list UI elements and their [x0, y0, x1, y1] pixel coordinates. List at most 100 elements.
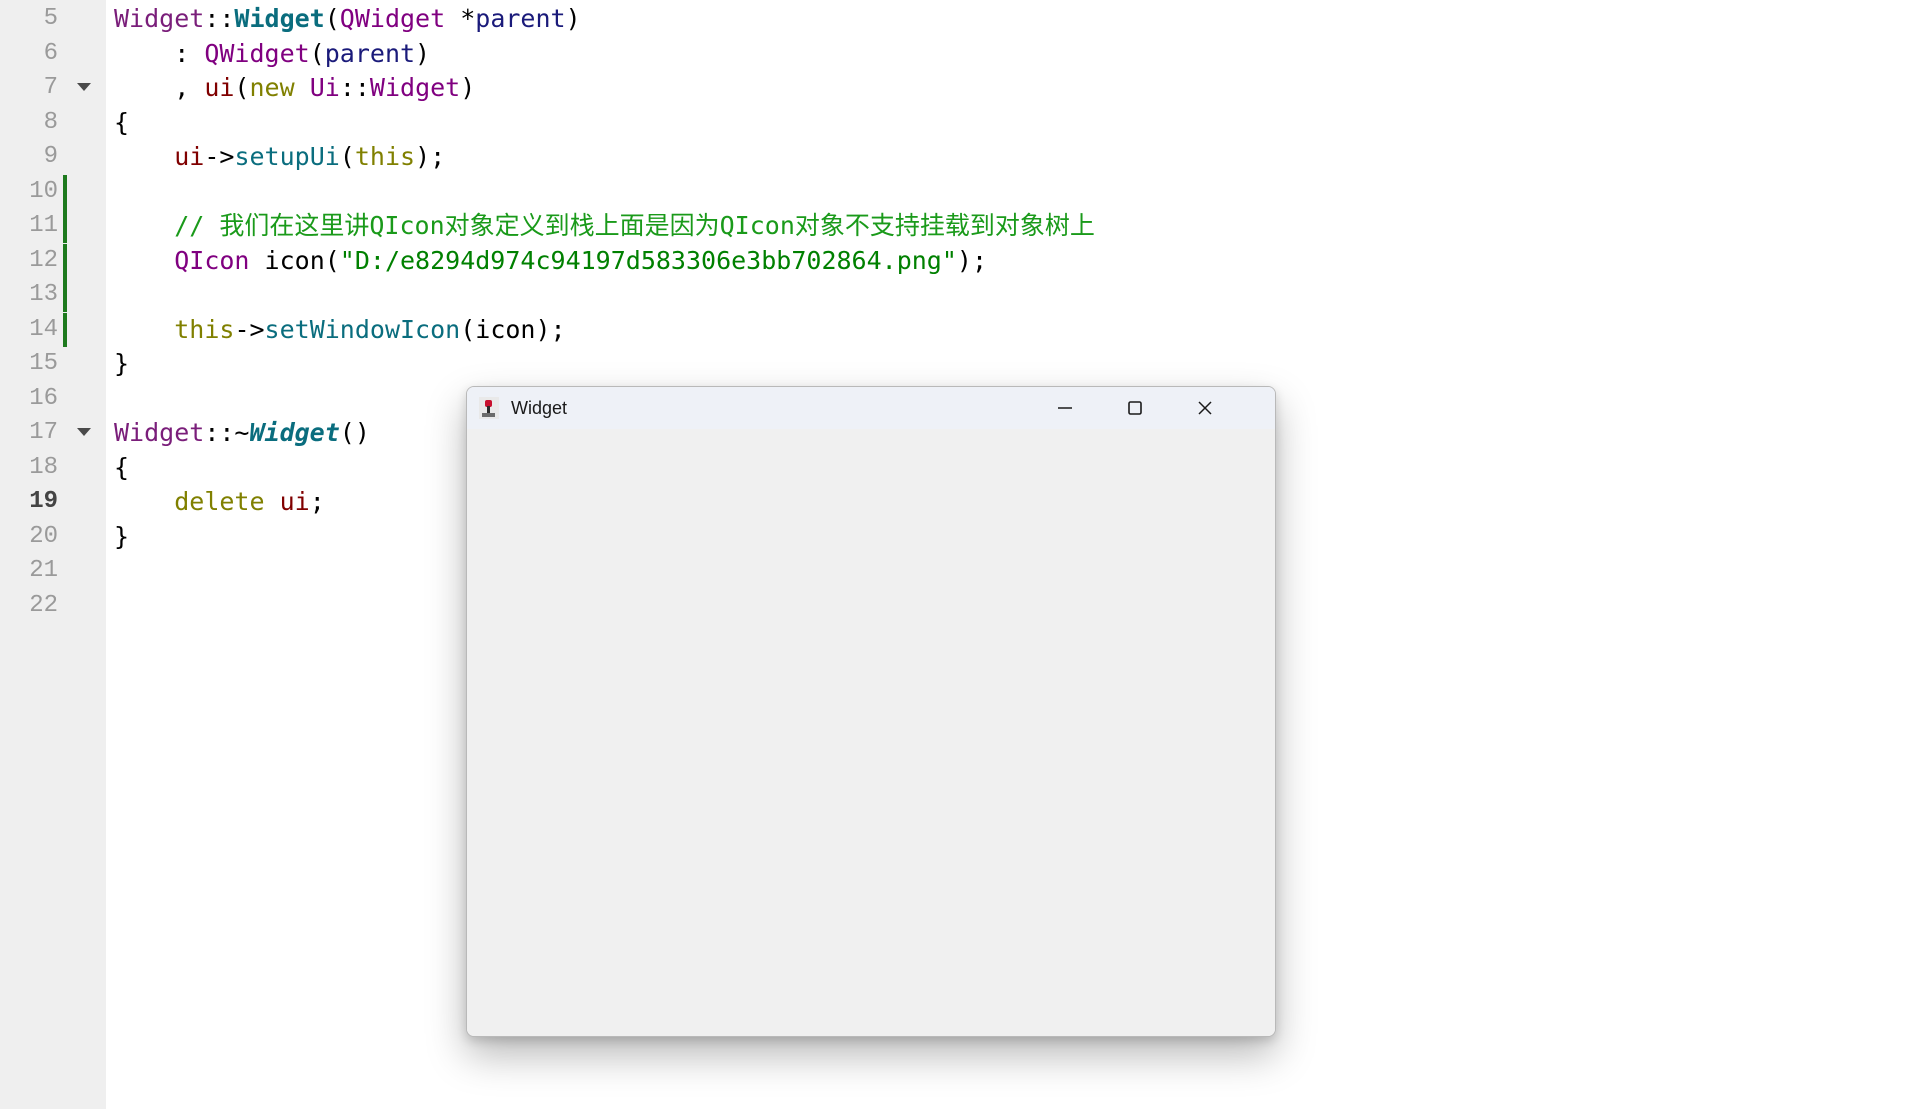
code-token: Widget: [114, 4, 205, 33]
code-token: ->: [234, 314, 265, 344]
code-line[interactable]: 9 ui->setupUi(this);: [0, 140, 1907, 174]
line-number: 16: [29, 384, 58, 412]
code-token: icon(: [249, 245, 340, 275]
code-token: :: [114, 38, 205, 68]
code-token: setupUi: [234, 142, 340, 171]
modified-line-marker: [63, 174, 67, 209]
code-token: QWidget: [339, 4, 446, 33]
code-text: ui->setupUi(this);: [114, 140, 445, 174]
code-token: ->: [204, 142, 235, 171]
code-token: delete: [174, 487, 265, 516]
code-token: ui: [174, 142, 205, 171]
code-text: QIcon icon("D:/e8294d974c94197d583306e3b…: [114, 244, 987, 278]
modified-line-marker: [63, 312, 67, 347]
modified-line-marker: [63, 278, 67, 312]
code-line[interactable]: 7 , ui(new Ui::Widget): [0, 71, 1907, 105]
line-number: 11: [29, 212, 58, 239]
code-text: this->setWindowIcon(icon);: [114, 313, 566, 347]
fold-arrow-icon[interactable]: [77, 428, 91, 436]
minimize-icon: [1058, 407, 1072, 409]
code-text: , ui(new Ui::Widget): [114, 71, 475, 105]
modified-line-marker: [63, 209, 67, 243]
code-text: Widget::Widget(QWidget *parent): [114, 2, 581, 36]
code-line[interactable]: 13: [0, 278, 1907, 312]
code-line[interactable]: 8{: [0, 106, 1907, 140]
code-token: (: [324, 4, 340, 33]
maximize-button[interactable]: [1100, 387, 1170, 429]
code-token: Ui: [309, 73, 340, 102]
code-token: }: [114, 521, 130, 551]
code-token: // 我们在这里讲QIcon对象定义到栈上面是因为QIcon对象不支持挂载到对象…: [114, 211, 1095, 240]
code-token: (: [309, 38, 325, 68]
line-number: 12: [29, 246, 58, 274]
code-token: parent: [324, 38, 416, 68]
code-line[interactable]: 6 : QWidget(parent): [0, 37, 1907, 71]
code-token: QIcon: [174, 245, 250, 275]
code-line[interactable]: 14 this->setWindowIcon(icon);: [0, 312, 1907, 347]
code-text: // 我们在这里讲QIcon对象定义到栈上面是因为QIcon对象不支持挂载到对象…: [114, 209, 1095, 243]
window-titlebar[interactable]: Widget: [467, 387, 1275, 429]
code-token: "D:/e8294d974c94197d583306e3bb702864.png…: [339, 245, 957, 275]
code-token: ): [460, 73, 476, 102]
code-text: {: [114, 106, 129, 140]
code-token: ,: [114, 73, 205, 102]
line-number: 9: [43, 143, 58, 170]
code-token: Widget: [369, 73, 461, 102]
code-line[interactable]: 15}: [0, 347, 1907, 381]
code-token: (: [234, 73, 250, 102]
code-text: {: [114, 451, 129, 485]
code-token: (icon);: [460, 314, 566, 344]
line-number: 5: [43, 5, 58, 32]
fold-arrow-icon[interactable]: [77, 83, 91, 91]
code-token: );: [956, 245, 988, 275]
code-text: delete ui;: [114, 485, 325, 519]
code-token: {: [114, 452, 130, 482]
line-number: 18: [29, 453, 58, 481]
widget-window[interactable]: Widget: [466, 386, 1276, 1037]
code-token: Widget: [114, 418, 205, 447]
line-number: 21: [29, 557, 58, 584]
line-number: 19: [29, 488, 58, 515]
code-token: ;: [309, 487, 325, 516]
line-number: 20: [29, 522, 58, 550]
code-token: ui: [204, 73, 235, 102]
code-token: Widget: [249, 418, 340, 447]
line-number: 10: [29, 177, 58, 205]
code-line[interactable]: 5 Widget::Widget(QWidget *parent): [0, 2, 1907, 36]
code-line[interactable]: 12 QIcon icon("D:/e8294d974c94197d583306…: [0, 243, 1907, 278]
code-text: }: [114, 520, 129, 554]
code-token: ::~: [204, 418, 250, 447]
code-line[interactable]: 11 // 我们在这里讲QIcon对象定义到栈上面是因为QIcon对象不支持挂载…: [0, 209, 1907, 243]
line-number: 14: [29, 315, 58, 343]
modified-line-marker: [63, 243, 67, 278]
code-token: (): [339, 418, 370, 447]
minimize-button[interactable]: [1030, 387, 1100, 429]
line-number: 7: [43, 74, 58, 101]
code-token: {: [114, 107, 130, 137]
line-number: 13: [29, 281, 58, 308]
code-token: ): [565, 4, 581, 33]
code-token: Widget: [234, 4, 325, 33]
line-number: 15: [29, 350, 58, 377]
line-number: 6: [43, 39, 58, 67]
line-number: 17: [29, 419, 58, 446]
close-button[interactable]: [1170, 387, 1240, 429]
code-token: new: [249, 73, 295, 102]
maximize-icon: [1128, 401, 1142, 415]
code-line[interactable]: 10: [0, 174, 1907, 209]
code-token: ui: [279, 487, 310, 516]
code-text: Widget::~Widget(): [114, 416, 370, 450]
window-title: Widget: [511, 398, 568, 418]
code-token: *: [445, 4, 476, 33]
code-token: setWindowIcon: [264, 314, 461, 344]
code-token: this: [354, 142, 416, 171]
code-token: );: [415, 142, 446, 171]
close-icon: [1198, 401, 1212, 415]
window-client-area[interactable]: [467, 429, 1275, 1036]
code-token: (: [339, 142, 355, 171]
